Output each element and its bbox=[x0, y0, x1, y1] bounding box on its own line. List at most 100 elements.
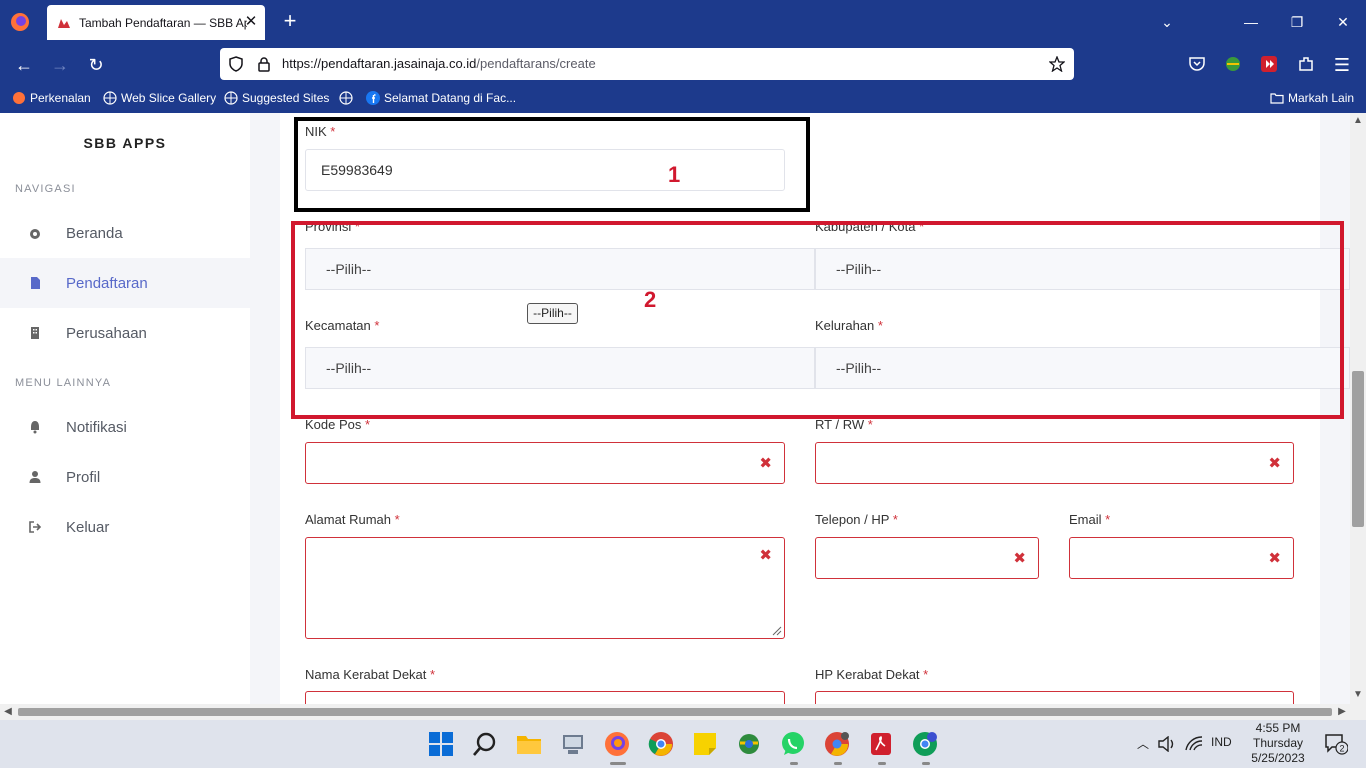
chrome-app-indicator bbox=[922, 762, 930, 765]
sidebar-item-pendaftaran[interactable]: Pendaftaran bbox=[0, 258, 250, 308]
pocket-icon[interactable] bbox=[1188, 55, 1206, 73]
rt-rw-label: RT / RW * bbox=[815, 417, 873, 432]
folder-icon bbox=[1270, 93, 1284, 104]
sticky-notes-icon[interactable] bbox=[692, 731, 718, 757]
url-text[interactable]: https://pendaftaran.jasainaja.co.id/pend… bbox=[282, 48, 596, 80]
bell-icon bbox=[31, 421, 39, 434]
email-label: Email * bbox=[1069, 512, 1111, 527]
kode-pos-label: Kode Pos * bbox=[305, 417, 371, 432]
annotation-box-2 bbox=[291, 221, 1344, 419]
building-icon bbox=[31, 327, 39, 339]
dashboard-icon bbox=[30, 229, 40, 239]
chrome-profile-icon[interactable] bbox=[824, 731, 850, 757]
other-bookmarks[interactable]: Markah Lain bbox=[1270, 91, 1354, 105]
scroll-up-icon[interactable]: ▲ bbox=[1352, 115, 1364, 127]
chrome-app-icon[interactable] bbox=[912, 731, 938, 757]
clock[interactable]: 4:55 PM Thursday 5/25/2023 bbox=[1246, 721, 1310, 766]
device-manager-icon[interactable] bbox=[560, 731, 586, 757]
vertical-scroll-thumb[interactable] bbox=[1352, 371, 1364, 527]
tab-active[interactable]: Tambah Pendaftaran — SBB Apps ✕ bbox=[47, 5, 265, 40]
globe-icon bbox=[224, 91, 238, 105]
annotation-label-1: 1 bbox=[668, 162, 681, 187]
extension-globe-icon[interactable] bbox=[1224, 55, 1242, 73]
vertical-scrollbar[interactable]: ▲ ▼ bbox=[1350, 113, 1366, 704]
volume-icon[interactable] bbox=[1158, 736, 1176, 752]
alamat-textarea[interactable]: ✖ bbox=[305, 537, 785, 639]
bookmarks-bar: Perkenalan Web Slice Gallery Suggested S… bbox=[0, 85, 1366, 113]
whatsapp-icon[interactable] bbox=[780, 731, 806, 757]
scroll-right-icon[interactable]: ▶ bbox=[1336, 706, 1348, 718]
telepon-input[interactable]: ✖ bbox=[815, 537, 1039, 579]
tooltip: --Pilih-- bbox=[527, 303, 578, 324]
firefox-taskbar-icon[interactable] bbox=[604, 731, 630, 757]
lock-icon[interactable] bbox=[256, 56, 272, 72]
language-indicator[interactable]: IND bbox=[1211, 735, 1232, 749]
minimize-icon[interactable]: — bbox=[1239, 10, 1263, 34]
new-tab-icon[interactable]: + bbox=[280, 10, 300, 32]
windows-start-icon[interactable] bbox=[428, 731, 454, 757]
sidebar-item-profil[interactable]: Profil bbox=[0, 452, 250, 502]
facebook-icon bbox=[366, 91, 380, 105]
globe-icon bbox=[339, 91, 353, 105]
firefox-menu-icon[interactable] bbox=[10, 12, 30, 32]
forward-icon[interactable]: → bbox=[48, 53, 72, 77]
close-tab-icon[interactable]: ✕ bbox=[243, 14, 259, 30]
extension-media-icon[interactable] bbox=[1260, 55, 1278, 73]
back-icon[interactable]: ← bbox=[12, 53, 36, 77]
sidebar-item-perusahaan[interactable]: Perusahaan bbox=[0, 308, 250, 358]
telepon-label: Telepon / HP * bbox=[815, 512, 898, 527]
sidebar-item-beranda[interactable]: Beranda bbox=[0, 208, 250, 258]
show-hidden-icons[interactable]: ︿ bbox=[1137, 735, 1149, 752]
error-icon: ✖ bbox=[1268, 455, 1281, 472]
notification-count: 2 bbox=[1339, 744, 1344, 754]
error-icon: ✖ bbox=[1268, 550, 1281, 567]
bookmark-suggested-sites[interactable]: Suggested Sites bbox=[224, 91, 329, 105]
address-bar[interactable]: https://pendaftaran.jasainaja.co.id/pend… bbox=[220, 48, 1074, 80]
sidebar-item-notifikasi[interactable]: Notifikasi bbox=[0, 402, 250, 452]
section-menu-lainnya: MENU LAINNYA bbox=[15, 377, 112, 389]
kerabat-hp-label: HP Kerabat Dekat * bbox=[815, 667, 929, 682]
search-icon[interactable] bbox=[472, 731, 498, 757]
sidebar-item-keluar[interactable]: Keluar bbox=[0, 502, 250, 552]
resize-handle-icon[interactable] bbox=[770, 624, 782, 636]
chrome-profile-indicator bbox=[834, 762, 842, 765]
extensions-icon[interactable] bbox=[1297, 55, 1315, 73]
notification-center-icon[interactable]: 2 bbox=[1324, 733, 1348, 755]
pdf-reader-icon[interactable] bbox=[868, 731, 894, 757]
kode-pos-input[interactable]: ✖ bbox=[305, 442, 785, 484]
kerabat-hp-input[interactable] bbox=[815, 691, 1294, 704]
shield-icon[interactable] bbox=[228, 56, 244, 72]
annotation-label-2: 2 bbox=[644, 287, 657, 312]
internet-download-icon[interactable] bbox=[736, 731, 762, 757]
error-icon: ✖ bbox=[1013, 550, 1026, 567]
document-icon bbox=[31, 277, 40, 289]
sidebar: SBB APPS NAVIGASI Beranda Pendaftaran Pe… bbox=[0, 113, 250, 704]
annotation-box-1 bbox=[294, 117, 810, 212]
kerabat-nama-input[interactable] bbox=[305, 691, 785, 704]
bookmark-star-icon[interactable] bbox=[1049, 56, 1065, 72]
bookmark-web-slice-gallery[interactable]: Web Slice Gallery bbox=[103, 91, 216, 105]
reload-icon[interactable]: ↻ bbox=[84, 53, 108, 77]
logout-icon bbox=[29, 521, 42, 533]
chrome-icon[interactable] bbox=[648, 731, 674, 757]
app-menu-icon[interactable]: ☰ bbox=[1330, 53, 1354, 77]
horizontal-scrollbar[interactable]: ◀ ▶ bbox=[0, 704, 1366, 720]
email-input[interactable]: ✖ bbox=[1069, 537, 1294, 579]
scroll-down-icon[interactable]: ▼ bbox=[1352, 689, 1364, 701]
horizontal-scroll-thumb[interactable] bbox=[18, 708, 1332, 716]
restore-icon[interactable]: ❐ bbox=[1285, 10, 1309, 34]
list-tabs-icon[interactable]: ⌄ bbox=[1155, 10, 1179, 34]
user-icon bbox=[29, 471, 41, 483]
scroll-left-icon[interactable]: ◀ bbox=[2, 706, 14, 718]
bookmark-globe[interactable] bbox=[339, 91, 357, 105]
wifi-icon[interactable] bbox=[1185, 736, 1203, 752]
file-explorer-icon[interactable] bbox=[516, 731, 542, 757]
rt-rw-input[interactable]: ✖ bbox=[815, 442, 1294, 484]
tab-bar: Tambah Pendaftaran — SBB Apps ✕ + ⌄ — ❐ … bbox=[0, 0, 1366, 45]
bookmark-facebook[interactable]: Selamat Datang di Fac... bbox=[366, 91, 516, 105]
favicon-icon bbox=[58, 18, 70, 28]
bookmark-perkenalan[interactable]: Perkenalan bbox=[12, 91, 91, 105]
alamat-label: Alamat Rumah * bbox=[305, 512, 400, 527]
close-window-icon[interactable]: ✕ bbox=[1331, 10, 1355, 34]
whatsapp-open-indicator bbox=[790, 762, 798, 765]
